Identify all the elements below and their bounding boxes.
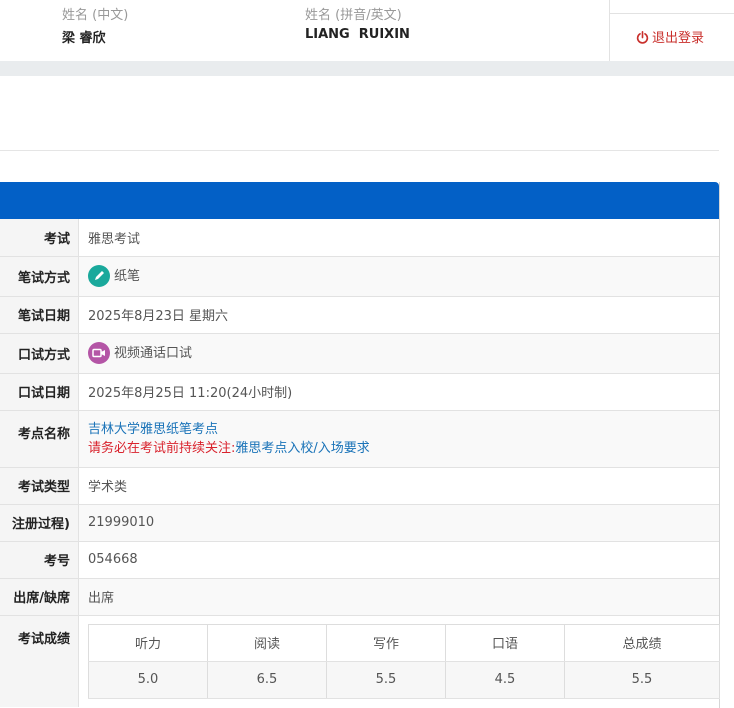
score-header-row: 听力 阅读 写作 口语 总成绩	[88, 623, 720, 662]
written-mode-value: 纸笔	[114, 268, 141, 284]
score-table: 听力 阅读 写作 口语 总成绩 5.0 6.5 5.5 4.5 5.5	[88, 623, 720, 699]
written-mode-label: 笔试方式	[0, 256, 79, 297]
venue-entry-requirements-link[interactable]: 雅思考点入校/入场要求	[235, 441, 369, 456]
power-icon	[636, 31, 649, 44]
exam-type-label: 考试类型	[0, 467, 79, 505]
score-listening: 5.0	[88, 660, 208, 699]
row-venue: 考点名称 吉林大学雅思纸笔考点 请务必在考试前持续关注:雅思考点入校/入场要求	[0, 410, 719, 468]
venue-link[interactable]: 吉林大学雅思纸笔考点	[88, 422, 218, 437]
score-value-row: 5.0 6.5 5.5 4.5 5.5	[88, 660, 720, 699]
row-registration: 注册过程) 21999010	[0, 504, 719, 542]
exam-label: 考试	[0, 219, 79, 257]
speaking-mode-label: 口试方式	[0, 333, 79, 374]
written-date-label: 笔试日期	[0, 296, 79, 334]
candidate-no-value: 054668	[78, 541, 719, 579]
header-divider	[609, 0, 610, 61]
logout-label: 退出登录	[652, 31, 705, 46]
registration-label: 注册过程)	[0, 504, 79, 542]
en-name-value: LIANG RUIXIN	[305, 27, 410, 42]
cn-name-label: 姓名 (中文)	[62, 8, 129, 23]
section-divider	[0, 150, 719, 151]
score-header-overall: 总成绩	[564, 623, 720, 662]
header-separator-band	[0, 61, 734, 76]
registration-value: 21999010	[78, 504, 719, 542]
en-name-label: 姓名 (拼音/英文)	[305, 8, 402, 23]
pencil-icon	[88, 265, 110, 288]
score-header-listening: 听力	[88, 623, 208, 662]
score-speaking: 4.5	[445, 660, 565, 699]
row-exam: 考试 雅思考试	[0, 219, 719, 257]
profile-header: 姓名 (中文) 梁 睿欣 姓名 (拼音/英文) LIANG RUIXIN 退出登…	[0, 0, 734, 61]
video-camera-icon	[88, 342, 110, 365]
speaking-date-label: 口试日期	[0, 373, 79, 411]
header-divider-line	[610, 13, 734, 14]
cn-name-value: 梁 睿欣	[62, 31, 106, 46]
scores-label: 考试成绩	[0, 615, 79, 707]
score-overall: 5.5	[564, 660, 720, 699]
row-speaking-date: 口试日期 2025年8月25日 11:20(24小时制)	[0, 373, 719, 411]
row-attendance: 出席/缺席 出席	[0, 578, 719, 616]
score-writing: 5.5	[326, 660, 446, 699]
candidate-no-label: 考号	[0, 541, 79, 579]
panel-header	[0, 182, 719, 219]
venue-notice: 请务必在考试前持续关注:	[88, 440, 236, 456]
score-header-speaking: 口语	[445, 623, 565, 662]
exam-value: 雅思考试	[78, 219, 719, 257]
exam-details-panel: 考试 雅思考试 笔试方式 纸笔 笔试日期 2025年8月23日 星期六 口试方式	[0, 182, 720, 708]
row-written-date: 笔试日期 2025年8月23日 星期六	[0, 296, 719, 334]
score-reading: 6.5	[207, 660, 327, 699]
row-exam-type: 考试类型 学术类	[0, 467, 719, 505]
attendance-value: 出席	[78, 578, 719, 616]
row-candidate-no: 考号 054668	[0, 541, 719, 579]
row-speaking-mode: 口试方式 视频通话口试	[0, 333, 719, 374]
exam-details-table: 考试 雅思考试 笔试方式 纸笔 笔试日期 2025年8月23日 星期六 口试方式	[0, 219, 720, 707]
row-scores: 考试成绩 听力 阅读 写作 口语 总成绩 5.0 6.5 5.5 4.5 5.5	[0, 615, 720, 707]
score-header-writing: 写作	[326, 623, 446, 662]
exam-type-value: 学术类	[78, 467, 719, 505]
logout-button[interactable]: 退出登录	[636, 27, 704, 46]
written-date-value: 2025年8月23日 星期六	[78, 296, 719, 334]
attendance-label: 出席/缺席	[0, 578, 79, 616]
speaking-mode-value: 视频通话口试	[114, 345, 193, 361]
speaking-date-value: 2025年8月25日 11:20(24小时制)	[78, 373, 719, 411]
venue-label: 考点名称	[0, 410, 79, 468]
score-header-reading: 阅读	[207, 623, 327, 662]
row-written-mode: 笔试方式 纸笔	[0, 256, 719, 297]
